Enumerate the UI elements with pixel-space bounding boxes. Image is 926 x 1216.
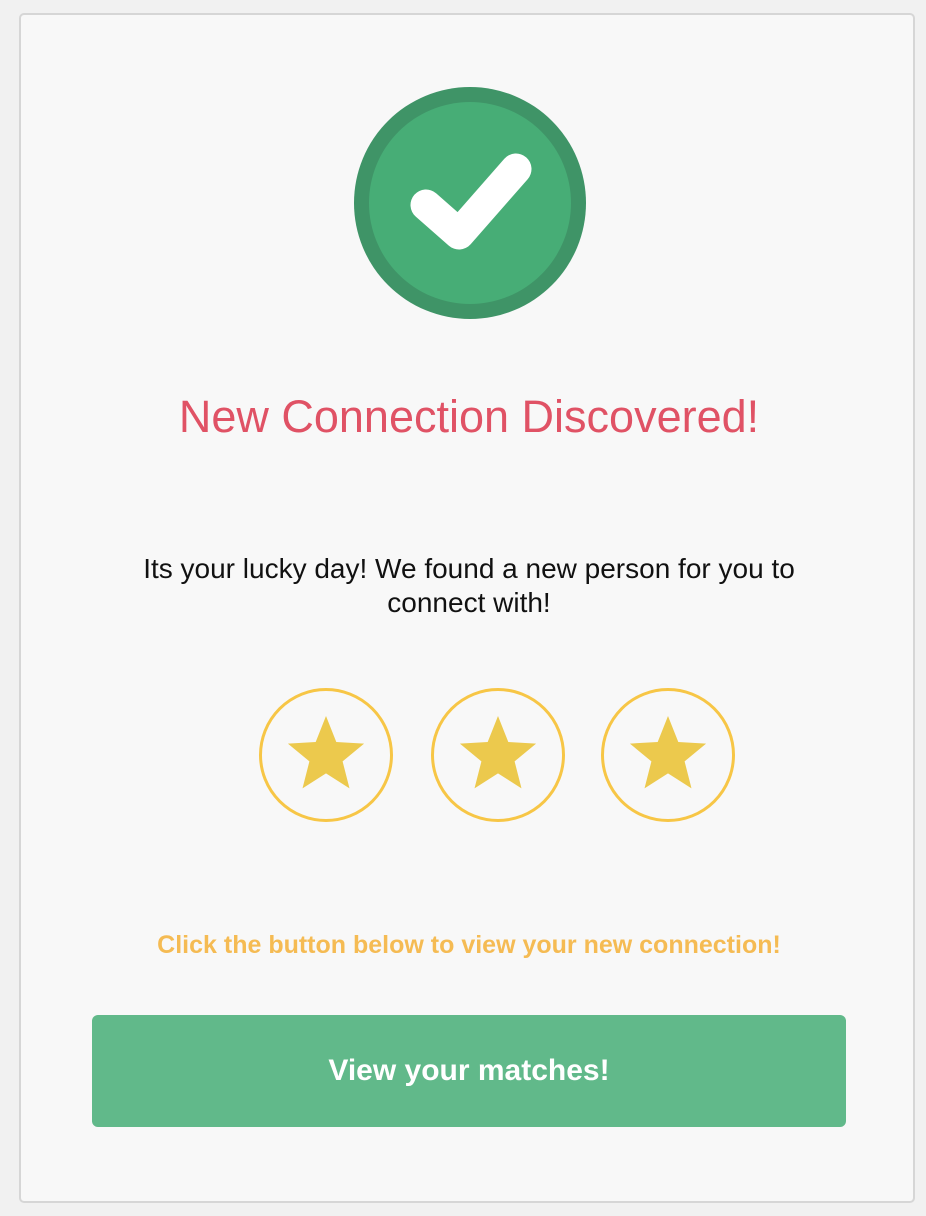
hint-text: Click the button below to view your new … [157, 931, 781, 959]
star-rating [258, 687, 738, 823]
star-icon [430, 687, 566, 823]
connection-card: New Connection Discovered! Its your luck… [19, 13, 915, 1203]
star-icon [600, 687, 736, 823]
star-icon [258, 687, 394, 823]
page-title: New Connection Discovered! [178, 391, 760, 442]
check-circle-icon [354, 87, 586, 319]
view-matches-button[interactable]: View your matches! [92, 1015, 846, 1127]
match-message: Its your lucky day! We found a new perso… [143, 553, 795, 618]
